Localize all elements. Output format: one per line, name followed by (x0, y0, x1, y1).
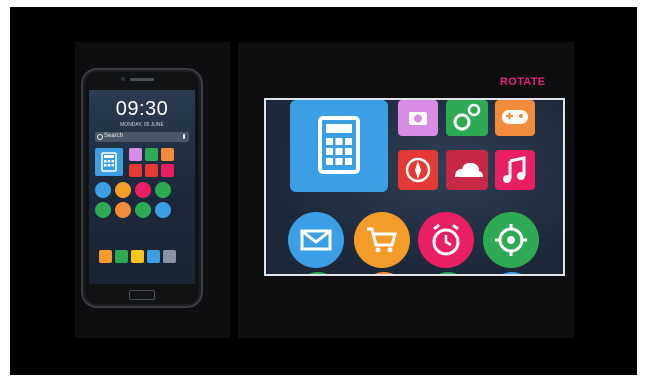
calculator-icon[interactable] (290, 100, 388, 192)
compass-icon[interactable] (129, 164, 142, 177)
zoomed-screen (264, 98, 565, 276)
contacts-icon[interactable] (99, 250, 112, 263)
camera-icon[interactable] (129, 148, 142, 161)
microphone-icon (183, 134, 185, 139)
rotate-label: ROTATE (500, 76, 546, 88)
app-grid-icon[interactable] (163, 250, 176, 263)
chart-icon[interactable] (155, 202, 171, 218)
shopping-cart-icon[interactable] (354, 212, 410, 268)
compass-icon[interactable] (398, 150, 438, 190)
lockscreen-date: MONDAY, 05 JUNE (120, 122, 164, 128)
page-indicator (127, 274, 157, 284)
gamepad-icon[interactable] (495, 100, 535, 136)
location-target-icon[interactable] (155, 182, 171, 198)
camera-icon[interactable] (398, 100, 438, 136)
alarm-clock-icon[interactable] (418, 212, 474, 268)
earpiece-speaker (130, 78, 154, 81)
front-camera-icon (121, 77, 125, 81)
mail-icon[interactable] (288, 212, 344, 268)
phone-call-icon[interactable] (115, 250, 128, 263)
alarm-clock-icon[interactable] (135, 182, 151, 198)
lockscreen-clock: 09:30 (115, 98, 169, 120)
location-target-icon[interactable] (483, 212, 539, 268)
music-note-icon[interactable] (495, 150, 535, 190)
gamepad-icon[interactable] (161, 148, 174, 161)
cloud-icon[interactable] (145, 164, 158, 177)
notes-icon[interactable] (131, 250, 144, 263)
phone-screen: 09:30 MONDAY, 05 JUNE Search (89, 90, 195, 284)
settings-gears-icon[interactable] (446, 100, 488, 136)
search-icon (97, 134, 103, 140)
people-icon[interactable] (95, 202, 111, 218)
search-label: Search (104, 133, 124, 139)
dc-icon[interactable] (95, 182, 111, 198)
messages-icon[interactable] (147, 250, 160, 263)
calculator-icon[interactable] (95, 148, 123, 176)
cloud-icon[interactable] (446, 150, 488, 190)
settings-gears-icon[interactable] (145, 148, 158, 161)
smartphone: 09:30 MONDAY, 05 JUNE Search (81, 68, 203, 308)
shopping-cart-icon[interactable] (115, 182, 131, 198)
globe-icon[interactable] (115, 202, 131, 218)
home-button[interactable] (129, 290, 155, 300)
music-note-icon[interactable] (161, 164, 174, 177)
search-bar[interactable]: Search (95, 132, 189, 142)
wifi-icon[interactable] (135, 202, 151, 218)
